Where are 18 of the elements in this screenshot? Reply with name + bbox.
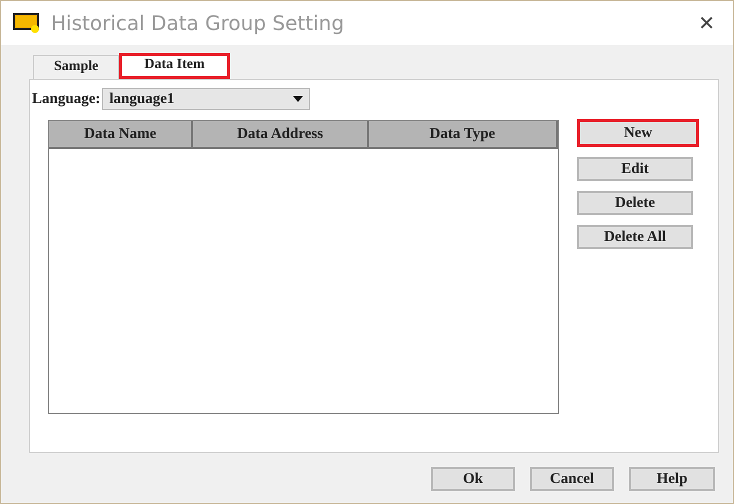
language-label: Language: <box>32 90 100 108</box>
window-title: Historical Data Group Setting <box>51 11 346 35</box>
tab[interactable]: Data Item <box>119 53 230 79</box>
column-header[interactable]: Data Address <box>193 121 369 149</box>
action-button[interactable]: Delete All <box>577 225 693 249</box>
action-button[interactable]: New <box>577 119 699 147</box>
app-icon <box>13 13 41 33</box>
dialog-button[interactable]: Ok <box>431 467 515 491</box>
action-button[interactable]: Edit <box>577 157 693 181</box>
language-dropdown[interactable]: language1 <box>102 88 310 110</box>
dialog-button[interactable]: Cancel <box>530 467 614 491</box>
action-button[interactable]: Delete <box>577 191 693 215</box>
tab[interactable]: Sample <box>33 55 120 79</box>
column-header[interactable]: Data Type <box>368 121 558 149</box>
dropdown-caret-icon <box>293 96 304 102</box>
dialog-button[interactable]: Help <box>629 467 715 491</box>
column-header[interactable]: Data Name <box>49 121 194 149</box>
close-icon[interactable]: ✕ <box>694 11 719 35</box>
